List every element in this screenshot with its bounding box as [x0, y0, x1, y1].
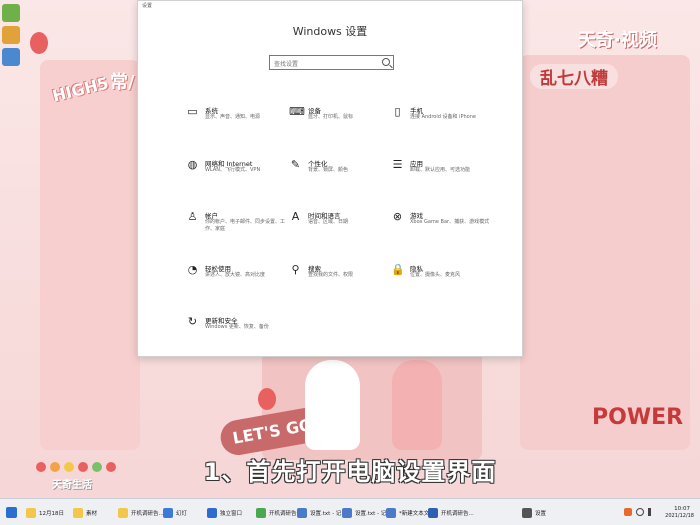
app-icon: [73, 507, 83, 518]
chang-sticker: 常/: [110, 72, 135, 93]
desktop-app-icon[interactable]: [2, 4, 20, 22]
taskbar-item[interactable]: 开机调研告...: [118, 503, 164, 522]
settings-tile[interactable]: ☰ 应用 卸载、默认应用、可选功能: [391, 157, 491, 193]
tile-description: 语音、区域、日期: [308, 219, 349, 225]
settings-tile[interactable]: ⌨ 设备 蓝牙、打印机、鼠标: [289, 104, 389, 140]
devices-icon: ⌨: [289, 105, 305, 118]
tile-description: 查找我的文件、权限: [308, 272, 354, 278]
app-icon: [26, 507, 36, 518]
ime-icon[interactable]: [624, 508, 632, 516]
taskbar-item[interactable]: 素材: [73, 503, 97, 522]
settings-tile[interactable]: ✎ 个性化 背景、锁屏、颜色: [289, 157, 389, 193]
app-icon: [118, 507, 128, 518]
lock-icon: 🔒: [391, 263, 405, 276]
time-language-icon: A: [291, 210, 300, 223]
taskbar-item-label: 开机调研告...: [441, 510, 474, 517]
app-icon: [342, 507, 352, 518]
settings-tile[interactable]: ♙ 帐户 你的帐户、电子邮件、同步设置、工作、家庭: [186, 209, 286, 245]
balloon-icon: [30, 32, 48, 54]
settings-tile[interactable]: ▯ 手机 连接 Android 设备和 iPhone: [391, 104, 491, 140]
luan-sticker: 乱七八糟: [530, 64, 618, 89]
pig-illustration: [392, 360, 442, 450]
video-subtitle: 1、首先打开电脑设置界面: [203, 458, 497, 486]
update-icon: ↻: [187, 315, 198, 328]
taskbar-item-label: 开机调研告...: [131, 510, 164, 517]
tile-description: 背景、锁屏、颜色: [308, 167, 349, 173]
taskbar-item-label: 12月18日: [39, 510, 64, 517]
globe-icon: ◍: [187, 158, 198, 171]
system-tray: 10:07 2021/12/18: [622, 502, 698, 524]
power-sticker: POWER: [592, 405, 684, 430]
settings-tile[interactable]: 🔒 隐私 位置、摄像头、麦克风: [391, 262, 491, 298]
settings-tile[interactable]: ◔ 轻松使用 讲述人、放大镜、高对比度: [186, 262, 286, 298]
apps-list-icon: ☰: [392, 158, 403, 171]
tile-description: 讲述人、放大镜、高对比度: [205, 272, 266, 278]
taskbar-item[interactable]: 设置: [522, 503, 546, 522]
settings-tile[interactable]: ▭ 系统 显示、声音、通知、电源: [186, 104, 286, 140]
settings-window: 设置 Windows 设置 查找设置 ▭ 系统 显示、声音、通知、电源 ⌨ 设备 蓝牙、打…: [137, 0, 523, 357]
taskbar-item-label: 幻灯: [176, 510, 188, 517]
windows-logo-icon: [6, 507, 17, 518]
tile-description: 卸载、默认应用、可选功能: [410, 167, 471, 173]
taskbar-item[interactable]: 设置.txt - 记...: [342, 503, 392, 522]
brand-watermark: 天奇·视频: [578, 30, 657, 51]
settings-tile[interactable]: ⚲ 搜索 查找我的文件、权限: [289, 262, 389, 298]
bunny-illustration: [305, 360, 360, 450]
app-icon: [207, 507, 217, 518]
person-icon: ♙: [187, 210, 198, 223]
taskbar-item-label: 独立窗口: [220, 510, 243, 517]
app-icon: [163, 507, 173, 518]
tile-description: Windows 更新、恢复、备份: [205, 324, 269, 330]
app-icon: [256, 507, 266, 518]
volume-icon[interactable]: [648, 508, 656, 516]
tile-description: Xbox Game Bar、捕获、游戏模式: [410, 219, 490, 225]
taskbar-item[interactable]: 开机调研告...: [256, 503, 302, 522]
taskbar-item-label: 素材: [86, 510, 98, 517]
desktop-app-icon[interactable]: [2, 48, 20, 66]
xbox-icon: ⊗: [392, 210, 403, 223]
search-icon: ⚲: [291, 263, 300, 276]
taskbar-item[interactable]: 独立窗口: [207, 503, 242, 522]
app-icon: [428, 507, 438, 518]
brush-icon: ✎: [290, 158, 301, 171]
monitor-icon: ▭: [187, 105, 198, 118]
tile-description: 位置、摄像头、麦克风: [410, 272, 461, 278]
wallpaper-panel-right: [520, 55, 690, 450]
phone-icon: ▯: [394, 105, 401, 118]
settings-tile[interactable]: ⊗ 游戏 Xbox Game Bar、捕获、游戏模式: [391, 209, 491, 245]
taskbar-item[interactable]: 幻灯: [163, 503, 187, 522]
tile-description: 你的帐户、电子邮件、同步设置、工作、家庭: [205, 219, 286, 232]
app-icon: [522, 507, 532, 518]
taskbar-item[interactable]: 开机调研告...: [428, 503, 474, 522]
network-icon[interactable]: [636, 508, 644, 516]
desktop-app-icon[interactable]: [2, 26, 20, 44]
tile-description: 蓝牙、打印机、鼠标: [308, 114, 354, 120]
search-settings-input[interactable]: 查找设置: [269, 55, 394, 70]
taskbar-item[interactable]: 12月18日: [26, 503, 64, 522]
desktop-icons: [0, 0, 22, 90]
settings-tile[interactable]: A 时间和语言 语音、区域、日期: [289, 209, 389, 245]
app-icon: [386, 507, 396, 518]
search-placeholder: 查找设置: [274, 61, 299, 68]
start-button[interactable]: [6, 503, 20, 522]
taskbar: 12月18日 素材 开机调研告... 幻灯 独立窗口 开机调研告... 设置.txt - 记…: [0, 498, 700, 525]
tile-description: 显示、声音、通知、电源: [205, 114, 261, 120]
clock-time[interactable]: 10:07: [674, 505, 690, 513]
search-icon: [382, 58, 390, 66]
taskbar-item-label: 设置: [535, 510, 547, 517]
settings-tile[interactable]: ↻ 更新和安全 Windows 更新、恢复、备份: [186, 314, 286, 350]
page-title: Windows 设置: [292, 25, 368, 38]
ease-of-access-icon: ◔: [187, 263, 198, 276]
app-icon: [297, 507, 307, 518]
taskbar-item[interactable]: 设置.txt - 记...: [297, 503, 347, 522]
clock-date[interactable]: 2021/12/18: [665, 513, 694, 519]
wallpaper-panel-left: [40, 60, 140, 450]
tile-description: WLAN、飞行模式、VPN: [205, 167, 261, 173]
balloon-icon: [258, 388, 276, 410]
tile-description: 连接 Android 设备和 iPhone: [410, 114, 476, 120]
window-title: 设置: [142, 3, 153, 9]
settings-tile[interactable]: ◍ 网络和 Internet WLAN、飞行模式、VPN: [186, 157, 286, 193]
